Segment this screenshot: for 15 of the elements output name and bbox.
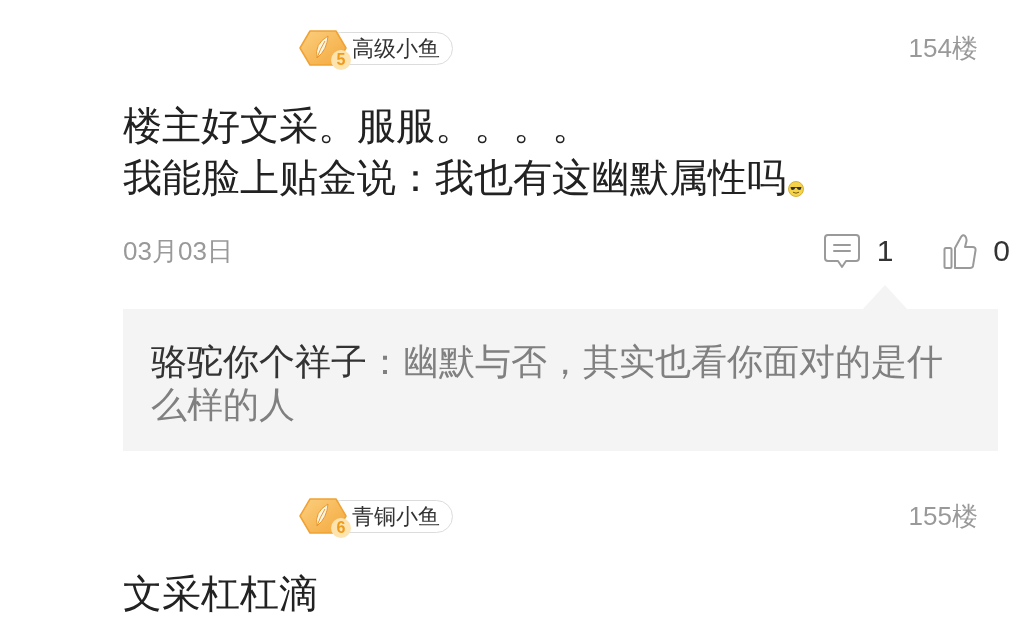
comment-text: 我能脸上贴金说：我也有这幽默属性吗 [123, 156, 786, 199]
reply-button[interactable]: 1 [822, 232, 894, 270]
level-number: 6 [331, 518, 351, 538]
floor-number: 155楼 [908, 499, 978, 533]
level-number: 5 [331, 50, 351, 70]
comment-text: 楼主好文采。服服。。。。 [123, 104, 591, 147]
feather-badge-icon [298, 29, 348, 67]
comment-date: 03月03日 [123, 234, 233, 268]
thumbs-up-icon [943, 232, 978, 270]
reply-text: 骆驼你个祥子：幽默与否，其实也看你面对的是什么样的人 [151, 340, 944, 426]
feather-badge-icon [298, 497, 348, 535]
floor-number: 154楼 [908, 31, 978, 65]
comment-text: 文采杠杠滴 [123, 572, 318, 615]
speech-bubble-icon [822, 232, 861, 270]
like-button[interactable]: 0 [943, 232, 1010, 270]
